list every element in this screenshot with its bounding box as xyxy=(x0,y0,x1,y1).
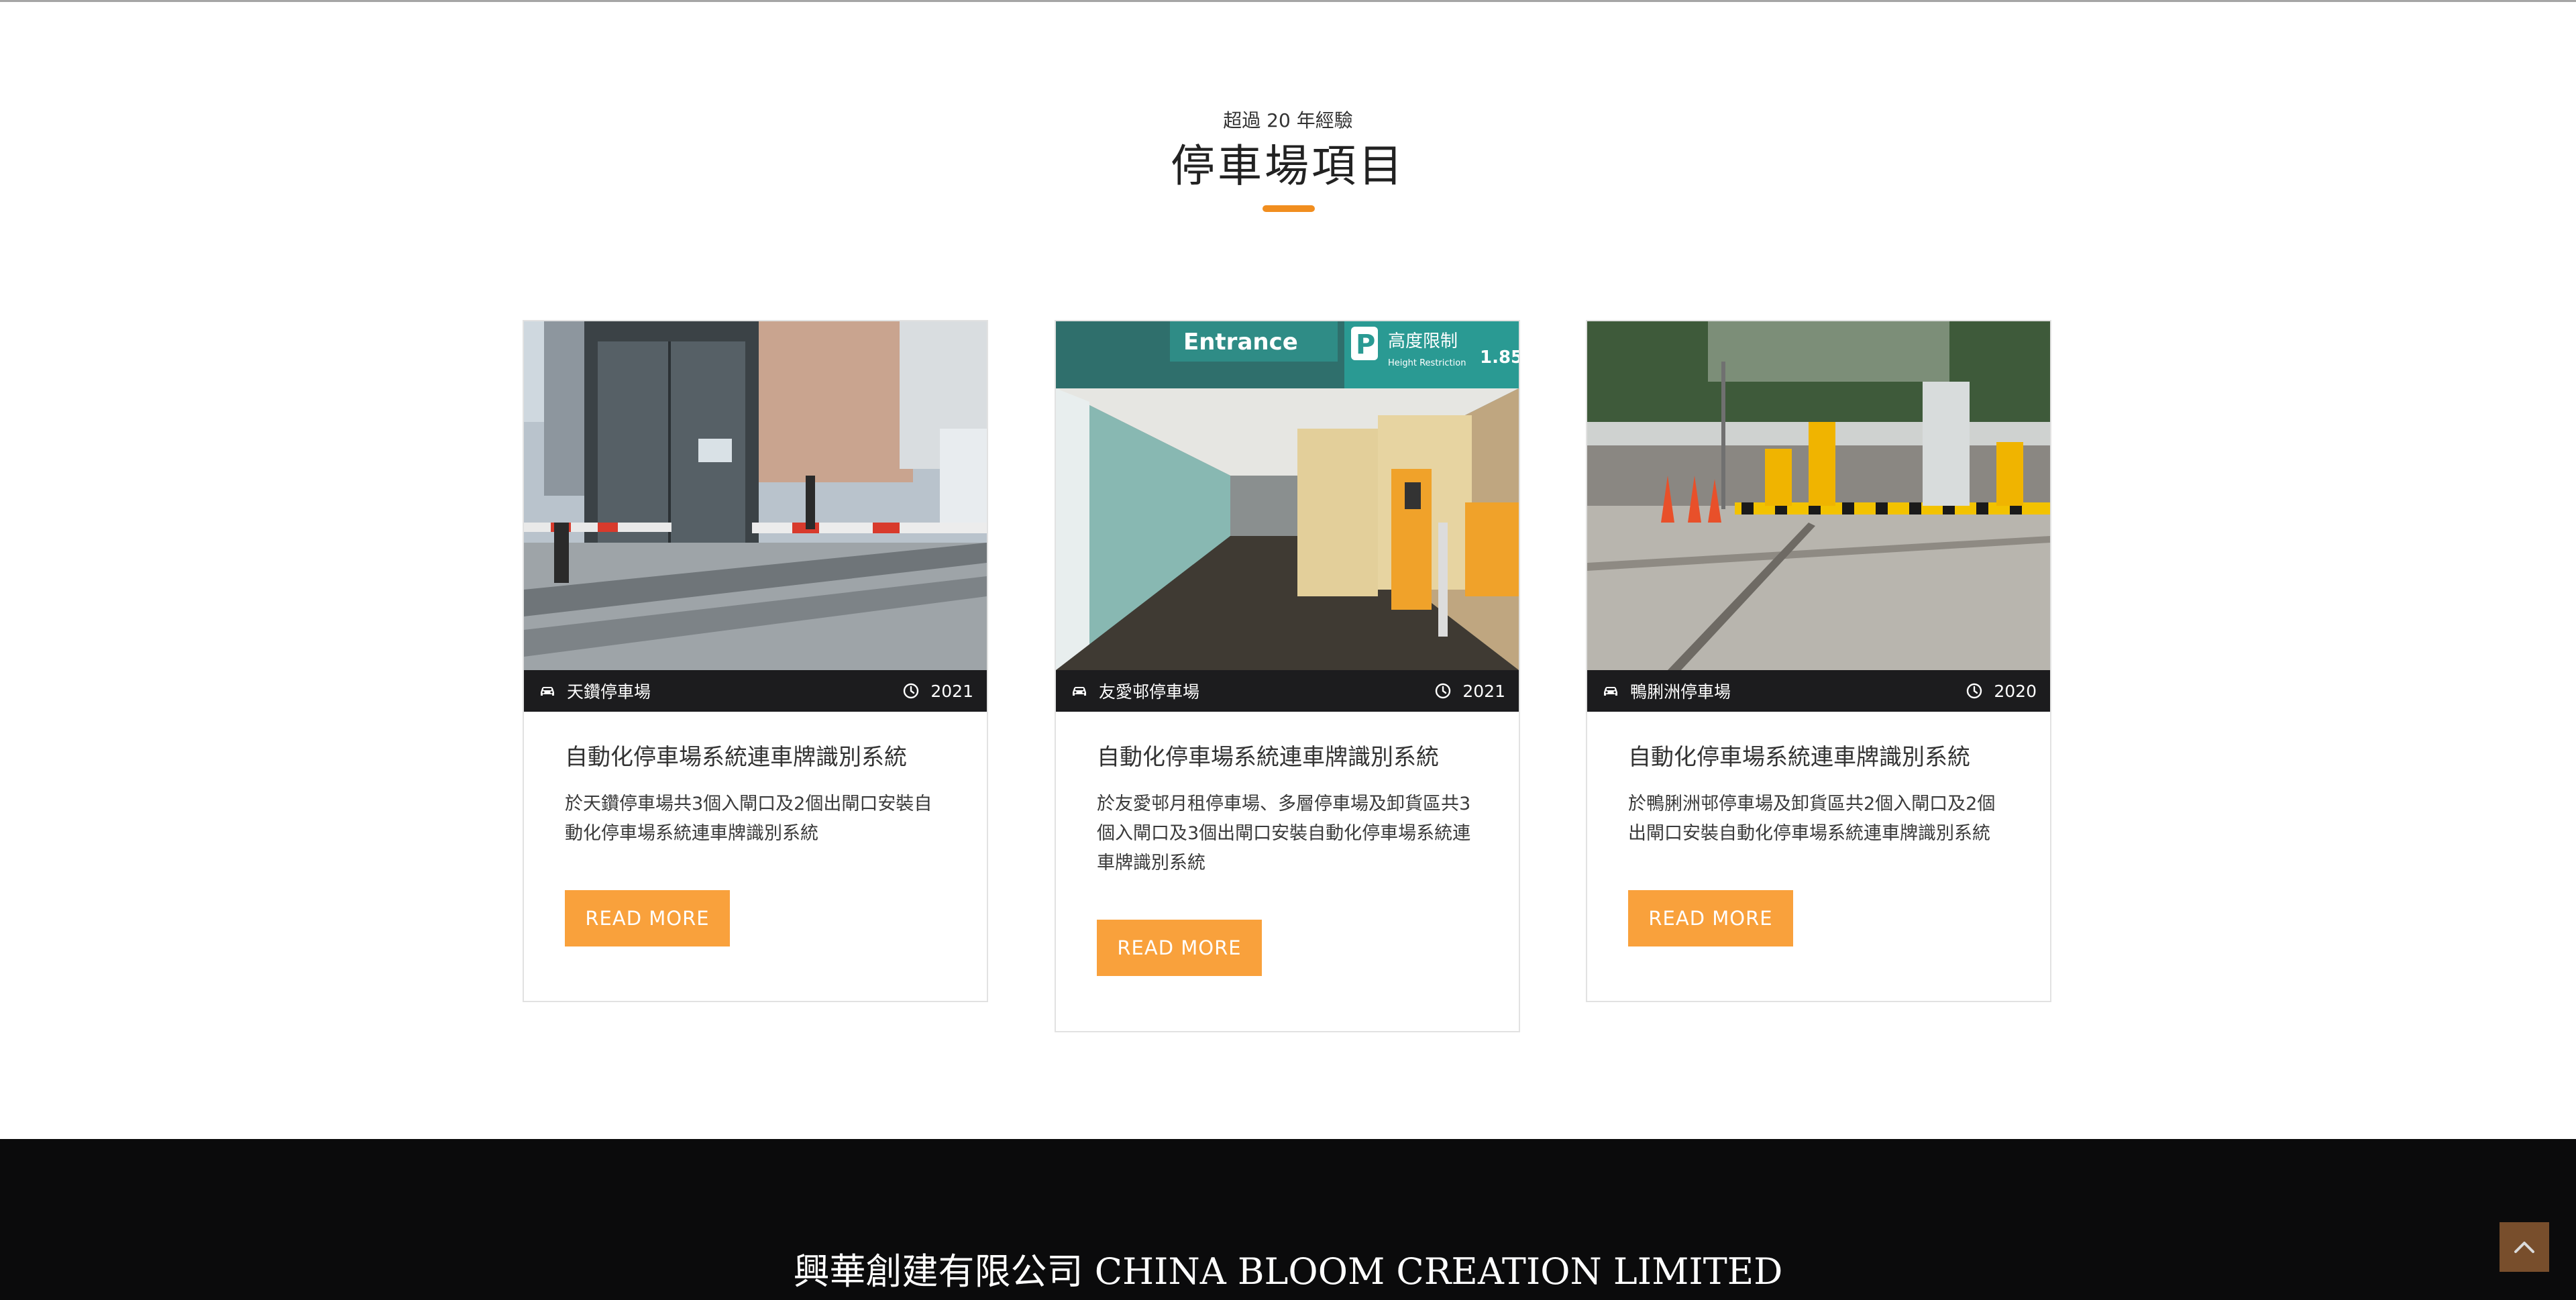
site-footer: 興華創建有限公司 CHINA BLOOM CREATION LIMITED xyxy=(0,1139,2576,1300)
svg-text:1.85m: 1.85m xyxy=(1480,347,1519,368)
project-card: Entrance P 高度限制 Height Restriction 1.85m xyxy=(1055,320,1520,1032)
year-label: 2021 xyxy=(1462,681,1505,701)
project-photo[interactable] xyxy=(524,321,987,670)
project-title[interactable]: 自動化停車場系統連車牌識別系統 xyxy=(565,741,967,773)
clock-icon xyxy=(1436,683,1451,699)
footer-company-name: 興華創建有限公司 CHINA BLOOM CREATION LIMITED xyxy=(793,1250,1783,1293)
project-year: 2021 xyxy=(1434,670,1505,712)
project-meta-bar: 鴨脷洲停車場 2020 xyxy=(1587,670,2050,712)
project-location[interactable]: 友愛邨停車場 xyxy=(1071,670,1199,712)
project-location[interactable]: 天鑽停車場 xyxy=(539,670,651,712)
project-meta-bar: 友愛邨停車場 2021 xyxy=(1056,670,1519,712)
title-underline xyxy=(1263,205,1315,212)
project-title[interactable]: 自動化停車場系統連車牌識別系統 xyxy=(1097,741,1499,773)
project-year: 2020 xyxy=(1966,670,2037,712)
project-card: 鴨脷洲停車場 2020 自動化停車場系統連車牌識別系統 於鴨脷洲邨停車場及卸貨區… xyxy=(1586,320,2051,1002)
project-description: 於鴨脷洲邨停車場及卸貨區共2個入閘口及2個出閘口安裝自動化停車場系統連車牌識別系… xyxy=(1628,794,1996,844)
year-label: 2021 xyxy=(930,681,973,701)
clock-icon xyxy=(1967,683,1982,699)
project-card: 天鑽停車場 2021 自動化停車場系統連車牌識別系統 於天鑽停車場共3個入閘口及… xyxy=(523,320,988,1002)
year-label: 2020 xyxy=(1994,681,2037,701)
car-icon xyxy=(541,687,554,696)
project-photo-image xyxy=(1587,321,2050,670)
svg-text:Entrance: Entrance xyxy=(1183,329,1298,356)
svg-text:高度限制: 高度限制 xyxy=(1388,331,1458,351)
svg-text:Height Restriction: Height Restriction xyxy=(1388,358,1466,368)
section-eyebrow: 超過 20 年經驗 xyxy=(1223,109,1353,131)
project-photo-image xyxy=(524,321,987,670)
project-description: 於天鑽停車場共3個入閘口及2個出閘口安裝自動化停車場系統連車牌識別系統 xyxy=(565,794,932,844)
clock-icon xyxy=(904,683,919,699)
project-title[interactable]: 自動化停車場系統連車牌識別系統 xyxy=(1628,741,2031,773)
project-description: 於友愛邨月租停車場、多層停車場及卸貨區共3個入閘口及3個出閘口安裝自動化停車場系… xyxy=(1097,794,1471,873)
project-meta-bar: 天鑽停車場 2021 xyxy=(524,670,987,712)
location-label: 友愛邨停車場 xyxy=(1099,682,1200,702)
project-photo-image: Entrance P 高度限制 Height Restriction 1.85m xyxy=(1056,321,1519,670)
chevron-up-icon xyxy=(2514,1242,2534,1253)
project-photo[interactable] xyxy=(1587,321,2050,670)
top-divider xyxy=(0,0,2576,2)
read-more-button[interactable]: READ MORE xyxy=(1628,890,1793,946)
project-year: 2021 xyxy=(902,670,973,712)
car-icon xyxy=(1604,687,1617,696)
location-label: 天鑽停車場 xyxy=(567,682,651,702)
back-to-top-button[interactable] xyxy=(2500,1222,2549,1272)
project-photo[interactable]: Entrance P 高度限制 Height Restriction 1.85m xyxy=(1056,321,1519,670)
project-location[interactable]: 鴨脷洲停車場 xyxy=(1602,670,1731,712)
read-more-button[interactable]: READ MORE xyxy=(565,890,730,946)
car-icon xyxy=(1073,687,1086,696)
svg-text:P: P xyxy=(1356,329,1375,360)
read-more-button[interactable]: READ MORE xyxy=(1097,920,1262,976)
section-title: 停車場項目 xyxy=(1171,140,1405,192)
location-label: 鴨脷洲停車場 xyxy=(1630,682,1731,702)
